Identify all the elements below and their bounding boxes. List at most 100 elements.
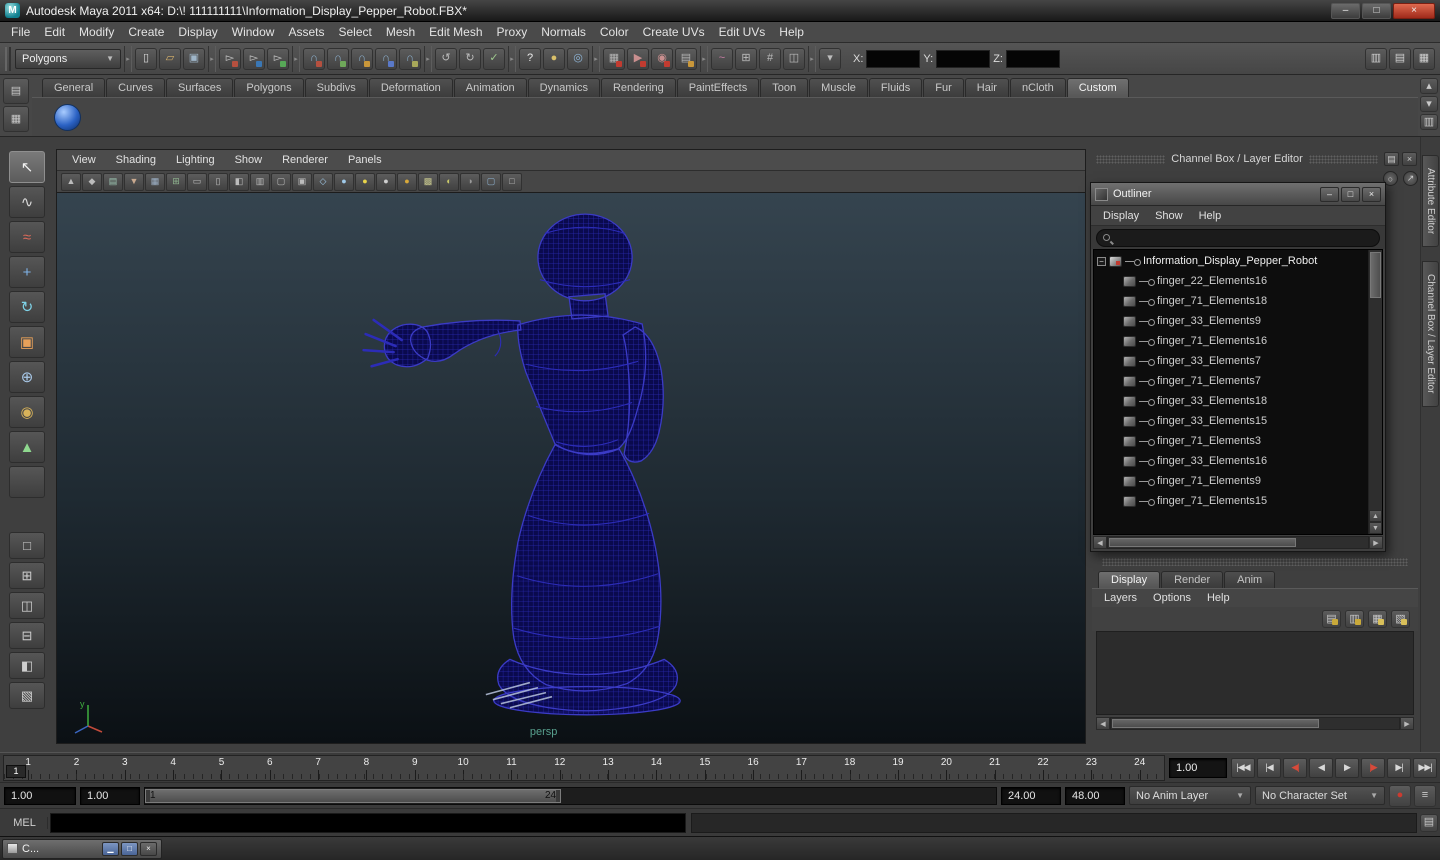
timeline-frame-21[interactable]: 21	[971, 756, 1019, 780]
menu-select[interactable]: Select	[331, 22, 378, 42]
outliner-titlebar[interactable]: Outliner – □ ×	[1091, 183, 1385, 206]
resolution-gate-icon[interactable]: ▯	[208, 172, 228, 191]
lock-selection-icon[interactable]: ●	[543, 47, 565, 70]
statusline-separator[interactable]: ▸	[424, 45, 432, 72]
scrollbar-thumb[interactable]	[1370, 252, 1381, 298]
viewport-menu-lighting[interactable]: Lighting	[167, 152, 224, 168]
z-coordinate-field[interactable]	[1005, 49, 1060, 68]
camera-attributes-icon[interactable]: ▤	[103, 172, 123, 191]
outliner-item[interactable]: finger_71_Elements15	[1094, 491, 1368, 511]
toggle-modeling-toolkit-icon[interactable]: ⊞	[735, 47, 757, 70]
outliner-minimize-button[interactable]: –	[1320, 186, 1339, 202]
toggle-channel-box-icon[interactable]: ▦	[1413, 47, 1435, 70]
timeline-frame-6[interactable]: 6	[246, 756, 294, 780]
play-forwards-button[interactable]: ▶	[1335, 757, 1359, 778]
shelf-tab-painteffects[interactable]: PaintEffects	[676, 78, 760, 97]
current-frame-marker[interactable]: 1	[6, 764, 26, 778]
new-scene-icon[interactable]: ▯	[135, 47, 157, 70]
bookmarks-icon[interactable]: ▼	[124, 172, 144, 191]
open-render-view-icon[interactable]: ▦	[603, 47, 625, 70]
highlight-selection-icon[interactable]: ◎	[567, 47, 589, 70]
timeline-frame-10[interactable]: 10	[439, 756, 487, 780]
select-by-hierarchy-icon[interactable]: ▻	[219, 47, 241, 70]
outliner-menu-display[interactable]: Display	[1095, 208, 1147, 224]
play-backwards-button[interactable]: ◀	[1309, 757, 1333, 778]
open-scene-icon[interactable]: ▱	[159, 47, 181, 70]
outliner-search-box[interactable]	[1096, 228, 1380, 247]
snap-to-curve-icon[interactable]: ∩	[327, 47, 349, 70]
scrollbar-track[interactable]	[1110, 717, 1400, 730]
outliner-item-root[interactable]: − Information_Display_Pepper_Robot	[1094, 251, 1368, 271]
menu-modify[interactable]: Modify	[72, 22, 121, 42]
step-forward-key-button[interactable]: |▶	[1361, 757, 1385, 778]
expand-collapse-icon[interactable]: −	[1097, 256, 1106, 266]
statusline-separator[interactable]: ▸	[124, 45, 132, 72]
viewport-menu-panels[interactable]: Panels	[339, 152, 391, 168]
layer-menu-help[interactable]: Help	[1199, 590, 1238, 606]
menu-edit-uvs[interactable]: Edit UVs	[712, 22, 773, 42]
timeline-frame-16[interactable]: 16	[729, 756, 777, 780]
step-back-key-button[interactable]: ◀|	[1283, 757, 1307, 778]
last-tool-used[interactable]	[9, 466, 45, 498]
menu-create[interactable]: Create	[121, 22, 171, 42]
scroll-up-icon[interactable]: ▲	[1369, 510, 1382, 522]
toggle-attribute-editor-icon[interactable]: ▥	[1365, 47, 1387, 70]
menu-edit-mesh[interactable]: Edit Mesh	[422, 22, 489, 42]
outliner-item[interactable]: finger_33_Elements16	[1094, 451, 1368, 471]
render-current-frame-icon[interactable]: ▶	[627, 47, 649, 70]
layout-four-pane[interactable]: ⊞	[9, 562, 45, 589]
scrollbar-track[interactable]	[1107, 536, 1369, 549]
rotate-tool[interactable]: ↻	[9, 291, 45, 323]
panel-close-icon[interactable]: ×	[1402, 152, 1417, 166]
shelf-tab-polygons[interactable]: Polygons	[234, 78, 304, 97]
outliner-item[interactable]: finger_22_Elements16	[1094, 271, 1368, 291]
scroll-right-icon[interactable]: ▶	[1400, 717, 1414, 730]
outliner-item[interactable]: finger_33_Elements18	[1094, 391, 1368, 411]
safe-action-icon[interactable]: ▢	[271, 172, 291, 191]
create-layer-from-selected-icon[interactable]: ▧	[1391, 610, 1410, 628]
shelf-tab-animation[interactable]: Animation	[453, 78, 527, 97]
layer-list-empty[interactable]	[1096, 631, 1414, 715]
timeline-frame-15[interactable]: 15	[681, 756, 729, 780]
command-input[interactable]	[50, 812, 686, 833]
outliner-item[interactable]: finger_71_Elements9	[1094, 471, 1368, 491]
taskbar-restore-button[interactable]: □	[121, 841, 138, 856]
statusline-separator[interactable]: ▸	[700, 45, 708, 72]
universal-manipulator-tool[interactable]: ⊕	[9, 361, 45, 393]
step-back-frame-button[interactable]: |◀	[1257, 757, 1281, 778]
image-plane-icon[interactable]: ▦	[145, 172, 165, 191]
outliner-menu-help[interactable]: Help	[1191, 208, 1230, 224]
shelf-scroll-down-icon[interactable]: ▾	[1420, 96, 1438, 112]
scroll-right-icon[interactable]: ▶	[1369, 536, 1383, 549]
select-tool[interactable]: ↖	[9, 151, 45, 183]
ipr-render-icon[interactable]: ◉	[651, 47, 673, 70]
scroll-left-icon[interactable]: ◀	[1096, 717, 1110, 730]
menu-mesh[interactable]: Mesh	[379, 22, 422, 42]
menu-display[interactable]: Display	[171, 22, 224, 42]
field-chart-icon[interactable]: ▥	[250, 172, 270, 191]
timeline-frame-11[interactable]: 11	[487, 756, 535, 780]
textured-mode-icon[interactable]: ▩	[418, 172, 438, 191]
scrollbar-track[interactable]	[1369, 250, 1382, 510]
shelf-scroll-up-icon[interactable]: ▴	[1420, 78, 1438, 94]
toggle-tool-settings-icon[interactable]: ▤	[1389, 47, 1411, 70]
viewport-menu-show[interactable]: Show	[226, 152, 272, 168]
use-all-lights-icon[interactable]: ◐	[439, 172, 459, 191]
channel-manip-arrow-icon[interactable]: ↗	[1403, 171, 1418, 186]
shelf-tab-custom[interactable]: Custom	[1066, 78, 1129, 97]
minimized-window[interactable]: C... ▁ □ ×	[2, 838, 162, 859]
layout-single-pane[interactable]: □	[9, 532, 45, 559]
taskbar-minimize-button[interactable]: ▁	[102, 841, 119, 856]
lasso-select-tool[interactable]: ∿	[9, 186, 45, 218]
taskbar-close-button[interactable]: ×	[140, 841, 157, 856]
create-empty-layer-icon[interactable]: ▦	[1368, 610, 1387, 628]
soft-modification-tool[interactable]: ◉	[9, 396, 45, 428]
input-to-selected-icon[interactable]: ↺	[435, 47, 457, 70]
select-by-object-icon[interactable]: ▻	[243, 47, 265, 70]
panel-tearoff-icon[interactable]: ▤	[1384, 152, 1399, 166]
auto-keyframe-toggle-icon[interactable]: ●	[1389, 784, 1411, 807]
shelf-tab-menu-icon[interactable]: ▤	[3, 78, 29, 104]
tab-attribute-editor[interactable]: Attribute Editor	[1422, 155, 1439, 248]
y-coordinate-field[interactable]	[936, 49, 991, 68]
minimize-button[interactable]: –	[1331, 2, 1360, 19]
